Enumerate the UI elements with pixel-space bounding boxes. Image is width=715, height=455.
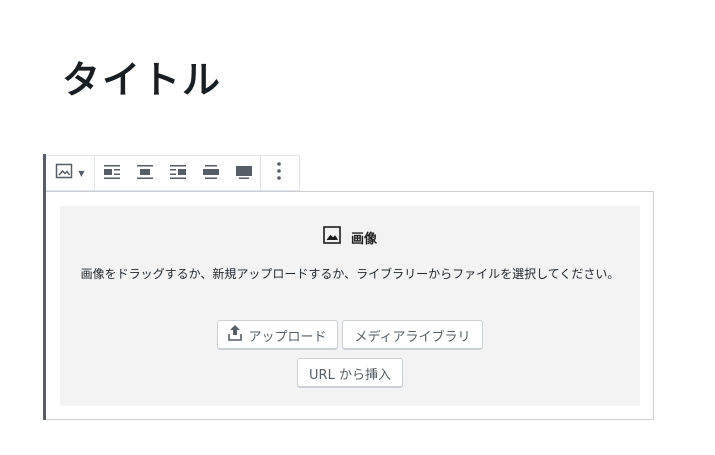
- image-block-placeholder: 画像 画像をドラッグするか、新規アップロードするか、ライブラリーからファイルを選…: [60, 206, 640, 406]
- align-center-icon: [136, 164, 153, 183]
- upload-icon: [228, 325, 243, 345]
- align-full-button[interactable]: [227, 156, 260, 190]
- media-library-button-label: メディアライブラリ: [354, 329, 471, 345]
- chevron-down-icon: ▼: [78, 168, 85, 178]
- image-block-instructions: 画像をドラッグするか、新規アップロードするか、ライブラリーからファイルを選択して…: [80, 267, 620, 281]
- upload-button-label: アップロード: [248, 329, 327, 345]
- insert-from-url-button-label: URL から挿入: [309, 367, 391, 383]
- align-right-icon: [169, 164, 186, 183]
- alignment-group: [95, 156, 261, 190]
- align-right-button[interactable]: [161, 156, 194, 190]
- more-options-button[interactable]: [261, 156, 297, 190]
- block-type-group: ▼: [46, 156, 95, 190]
- upload-button[interactable]: アップロード: [217, 320, 338, 350]
- align-wide-icon: [202, 164, 219, 183]
- insert-from-url-button[interactable]: URL から挿入: [297, 358, 403, 388]
- align-full-icon: [235, 164, 252, 183]
- media-library-button[interactable]: メディアライブラリ: [342, 320, 483, 350]
- image-block-title: 画像: [350, 231, 377, 247]
- align-center-button[interactable]: [128, 156, 161, 190]
- post-title[interactable]: タイトル: [62, 52, 222, 108]
- align-left-button[interactable]: [95, 156, 128, 190]
- more-vertical-icon: [277, 162, 281, 184]
- image-icon: [55, 162, 73, 184]
- block-type-switcher[interactable]: ▼: [46, 156, 94, 190]
- align-wide-button[interactable]: [194, 156, 227, 190]
- image-icon: [323, 226, 341, 248]
- more-options-group: [261, 156, 297, 190]
- editor-canvas: タイトル ▼ 画像 画像をドラッグするか、新規アップロードするか、ライブラリーか…: [0, 0, 715, 455]
- block-toolbar: ▼: [46, 155, 300, 191]
- image-block-label: 画像: [60, 226, 640, 248]
- align-left-icon: [103, 164, 120, 183]
